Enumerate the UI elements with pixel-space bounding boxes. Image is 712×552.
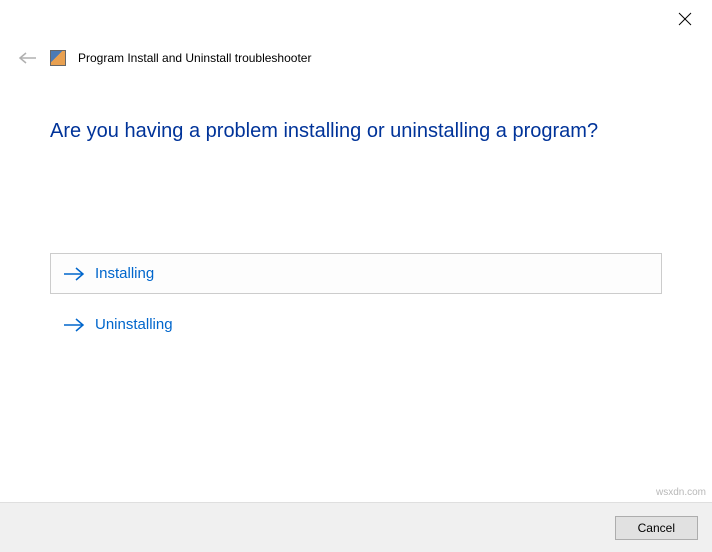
options-list: Installing Uninstalling	[50, 253, 662, 345]
option-label: Uninstalling	[95, 316, 173, 333]
header: Program Install and Uninstall troublesho…	[0, 0, 712, 66]
arrow-right-icon	[63, 267, 85, 281]
troubleshooter-icon	[50, 50, 66, 66]
cancel-button[interactable]: Cancel	[615, 516, 698, 540]
back-arrow-icon	[18, 51, 38, 65]
app-title: Program Install and Uninstall troublesho…	[78, 51, 311, 65]
content-area: Are you having a problem installing or u…	[0, 66, 712, 345]
arrow-right-icon	[63, 318, 85, 332]
close-icon	[678, 12, 692, 26]
option-label: Installing	[95, 265, 154, 282]
option-uninstalling[interactable]: Uninstalling	[50, 304, 662, 345]
watermark: wsxdn.com	[656, 487, 706, 498]
close-button[interactable]	[678, 12, 694, 28]
back-button[interactable]	[18, 51, 38, 65]
footer: Cancel	[0, 502, 712, 552]
question-heading: Are you having a problem installing or u…	[50, 120, 662, 143]
option-installing[interactable]: Installing	[50, 253, 662, 294]
